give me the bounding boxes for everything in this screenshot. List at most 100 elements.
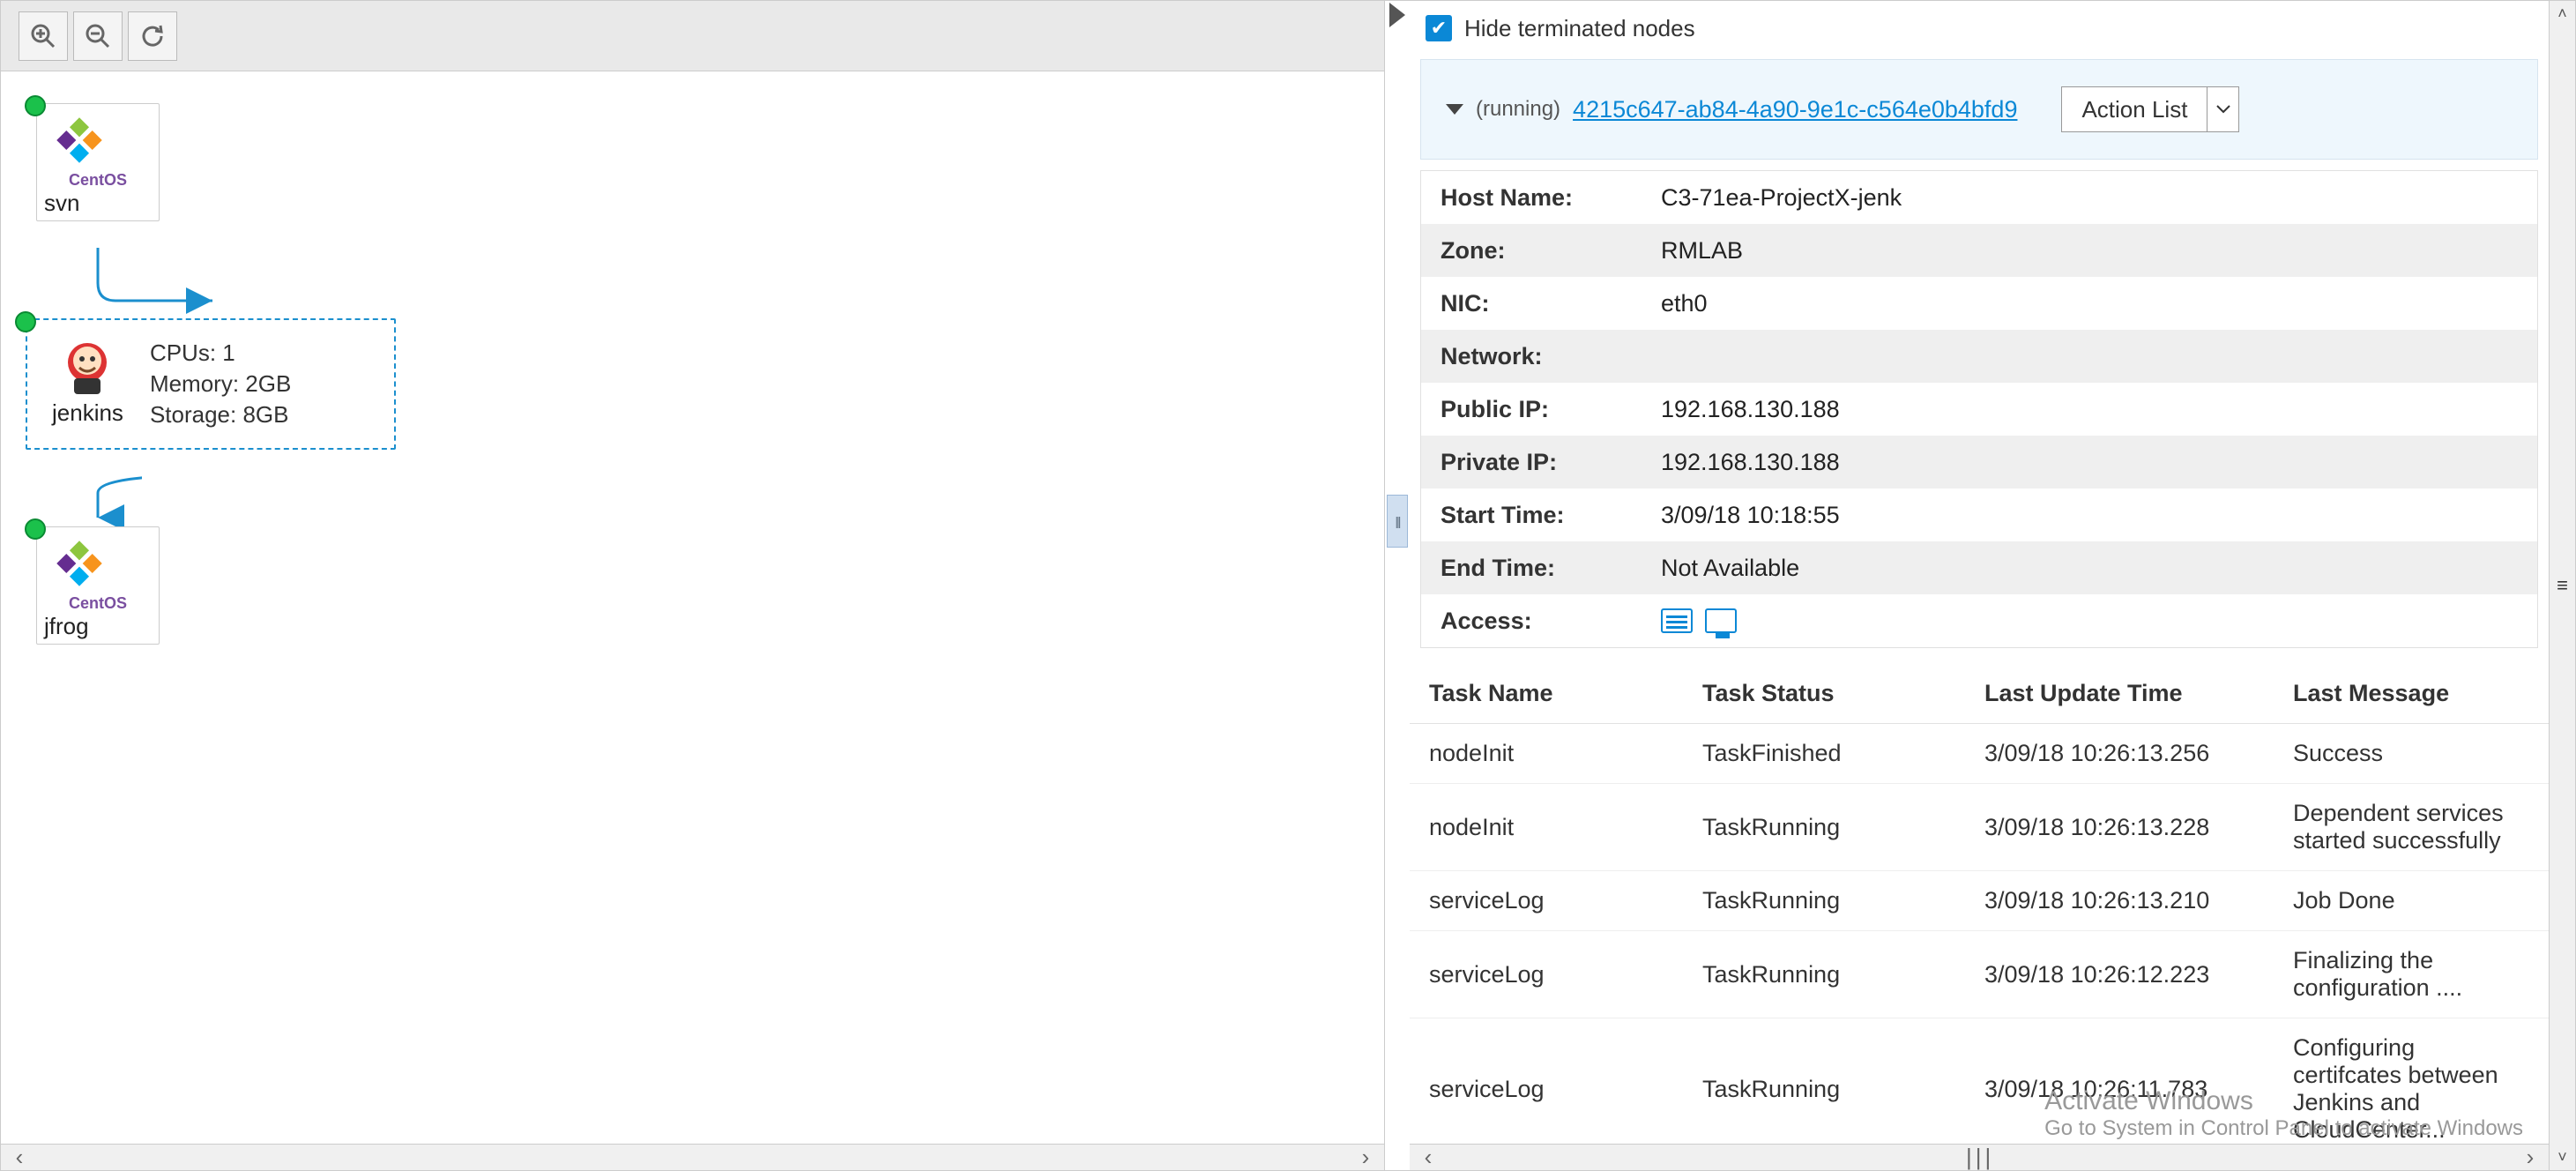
prop-label: Start Time:	[1441, 502, 1661, 529]
pane-splitter[interactable]	[1385, 1, 1410, 1170]
run-header: (running) 4215c647-ab84-4a90-9e1c-c564e0…	[1420, 59, 2538, 160]
task-cell: TaskRunning	[1702, 887, 1984, 914]
right-vertical-scrollbar[interactable]: ˄ ≡ ˅	[2549, 1, 2575, 1170]
prop-row: Access:	[1421, 594, 2537, 647]
prop-label: Host Name:	[1441, 184, 1661, 212]
prop-value: 192.168.130.188	[1661, 396, 1840, 423]
task-cell: Dependent services started successfully	[2293, 800, 2529, 854]
topology-canvas[interactable]: CentOS svn jenkins CPUs: 1 Me	[1, 71, 1384, 1144]
prop-row: Zone:RMLAB	[1421, 224, 2537, 277]
node-label: jfrog	[44, 613, 152, 640]
task-row[interactable]: nodeInitTaskFinished3/09/18 10:26:13.256…	[1410, 724, 2549, 784]
task-cell: Configuring certifcates between Jenkins …	[2293, 1034, 2529, 1144]
scroll-up-icon[interactable]: ˄	[2557, 4, 2567, 23]
action-list-label: Action List	[2062, 87, 2207, 131]
task-cell: TaskFinished	[1702, 740, 1984, 767]
canvas-toolbar	[1, 1, 1384, 71]
task-row[interactable]: nodeInitTaskRunning3/09/18 10:26:13.228D…	[1410, 784, 2549, 871]
prop-row: End Time:Not Available	[1421, 541, 2537, 594]
node-label: svn	[44, 190, 152, 217]
task-cell: nodeInit	[1429, 740, 1702, 767]
scroll-down-icon[interactable]: ˅	[2557, 1148, 2567, 1167]
prop-label: Access:	[1441, 608, 1661, 635]
node-label: jenkins	[52, 399, 123, 427]
zoom-in-icon	[29, 22, 57, 50]
task-cell: 3/09/18 10:26:13.228	[1984, 814, 2293, 841]
task-cell: TaskRunning	[1702, 961, 1984, 988]
status-dot-icon	[15, 311, 36, 332]
prop-label: Network:	[1441, 343, 1661, 370]
col-task-name: Task Name	[1429, 680, 1702, 707]
keyboard-icon[interactable]	[1661, 608, 1693, 633]
task-cell: TaskRunning	[1702, 814, 1984, 841]
status-dot-icon	[25, 95, 46, 116]
task-cell: Success	[2293, 740, 2529, 767]
prop-label: End Time:	[1441, 555, 1661, 582]
os-label: CentOS	[44, 171, 152, 190]
prop-row: Network:	[1421, 330, 2537, 383]
task-row[interactable]: serviceLogTaskRunning3/09/18 10:26:11.78…	[1410, 1018, 2549, 1144]
prop-value: Not Available	[1661, 555, 1799, 582]
scroll-menu-icon[interactable]: ≡	[2557, 574, 2568, 597]
hide-terminated-label: Hide terminated nodes	[1464, 15, 1695, 42]
caret-down-icon[interactable]	[1446, 104, 1463, 115]
spec-storage: Storage: 8GB	[150, 399, 291, 430]
chevron-down-icon[interactable]	[2207, 87, 2238, 131]
node-svn[interactable]: CentOS svn	[36, 103, 160, 221]
topology-pane: CentOS svn jenkins CPUs: 1 Me	[1, 1, 1385, 1170]
task-cell: serviceLog	[1429, 887, 1702, 914]
action-list-select[interactable]: Action List	[2061, 86, 2239, 132]
task-row[interactable]: serviceLogTaskRunning3/09/18 10:26:12.22…	[1410, 931, 2549, 1018]
spec-cpus: CPUs: 1	[150, 338, 291, 369]
details-pane: ✔ Hide terminated nodes (running) 4215c6…	[1410, 1, 2575, 1170]
task-cell: Job Done	[2293, 887, 2529, 914]
refresh-button[interactable]	[128, 11, 177, 61]
task-cell: Finalizing the configuration ....	[2293, 947, 2529, 1002]
prop-value	[1661, 608, 1737, 633]
collapse-arrow-icon[interactable]	[1389, 3, 1405, 27]
zoom-out-icon	[84, 22, 112, 50]
run-id-link[interactable]: 4215c647-ab84-4a90-9e1c-c564e0b4bfd9	[1573, 96, 2017, 123]
connector-icon	[89, 248, 230, 318]
node-jenkins[interactable]: jenkins CPUs: 1 Memory: 2GB Storage: 8GB	[26, 318, 396, 450]
prop-value: C3-71ea-ProjectX-jenk	[1661, 184, 1902, 212]
task-table: Task Name Task Status Last Update Time L…	[1410, 664, 2549, 1144]
refresh-icon	[139, 23, 166, 49]
col-last-update: Last Update Time	[1984, 680, 2293, 707]
task-row[interactable]: serviceLogTaskRunning3/09/18 10:26:13.21…	[1410, 871, 2549, 931]
monitor-icon[interactable]	[1705, 608, 1737, 633]
prop-row: Start Time:3/09/18 10:18:55	[1421, 489, 2537, 541]
prop-row: Public IP:192.168.130.188	[1421, 383, 2537, 436]
task-cell: 3/09/18 10:26:12.223	[1984, 961, 2293, 988]
task-table-header: Task Name Task Status Last Update Time L…	[1410, 664, 2549, 724]
task-cell: 3/09/18 10:26:13.210	[1984, 887, 2293, 914]
task-cell: serviceLog	[1429, 1076, 1702, 1103]
run-status: (running)	[1476, 97, 1560, 122]
hide-terminated-checkbox[interactable]: ✔	[1426, 15, 1452, 41]
prop-value: 192.168.130.188	[1661, 449, 1840, 476]
os-label: CentOS	[44, 594, 152, 613]
splitter-handle-icon[interactable]	[1387, 495, 1408, 548]
centos-icon	[44, 533, 115, 594]
connector-icon	[89, 475, 142, 528]
node-jfrog[interactable]: CentOS jfrog	[36, 526, 160, 645]
prop-value: RMLAB	[1661, 237, 1743, 265]
task-cell: 3/09/18 10:26:13.256	[1984, 740, 2293, 767]
right-horizontal-scrollbar[interactable]: ‹|||›	[1410, 1144, 2549, 1170]
prop-value: 3/09/18 10:18:55	[1661, 502, 1840, 529]
jenkins-icon	[52, 338, 123, 399]
task-cell: TaskRunning	[1702, 1076, 1984, 1103]
prop-value: eth0	[1661, 290, 1708, 317]
prop-row: Private IP:192.168.130.188	[1421, 436, 2537, 489]
task-cell: nodeInit	[1429, 814, 1702, 841]
prop-row: NIC:eth0	[1421, 277, 2537, 330]
zoom-out-button[interactable]	[73, 11, 123, 61]
zoom-in-button[interactable]	[19, 11, 68, 61]
left-horizontal-scrollbar[interactable]: ‹›	[1, 1144, 1384, 1170]
properties-table: Host Name:C3-71ea-ProjectX-jenk Zone:RMLA…	[1420, 170, 2538, 648]
prop-label: NIC:	[1441, 290, 1661, 317]
status-dot-icon	[25, 518, 46, 540]
prop-label: Public IP:	[1441, 396, 1661, 423]
hide-terminated-row: ✔ Hide terminated nodes	[1410, 1, 2549, 52]
task-cell: 3/09/18 10:26:11.783	[1984, 1076, 2293, 1103]
